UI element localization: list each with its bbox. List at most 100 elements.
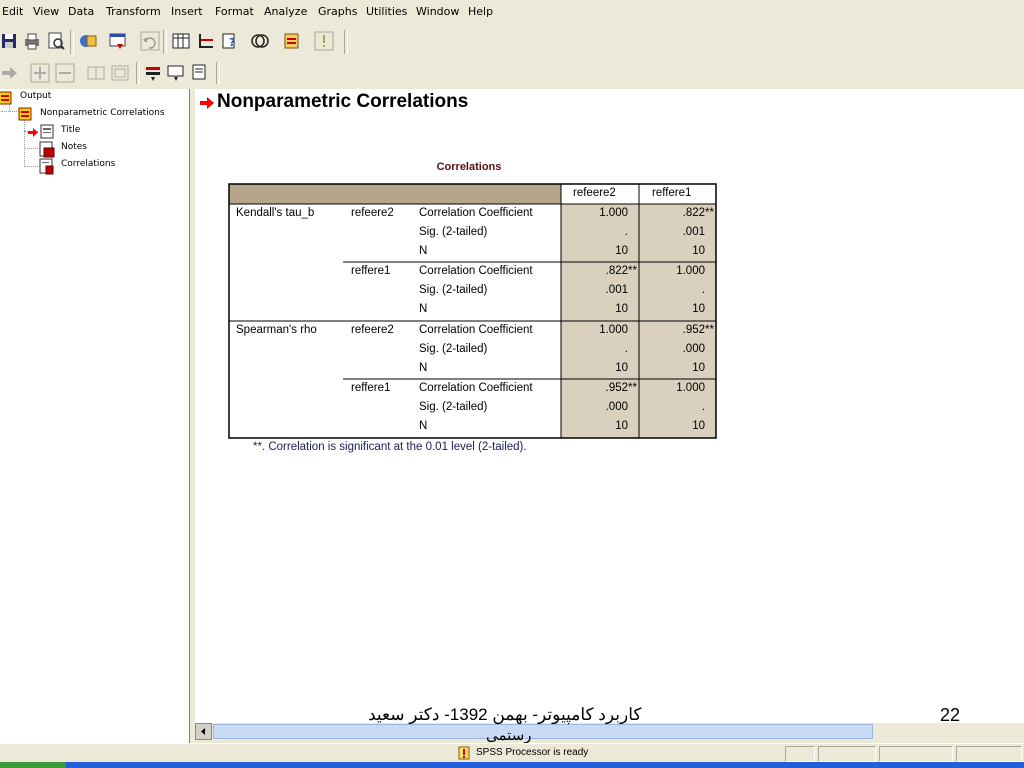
tree-item-notes[interactable]: Notes bbox=[61, 142, 87, 152]
value-cell: .000 bbox=[605, 401, 628, 413]
stat-label: Correlation Coefficient bbox=[419, 382, 533, 394]
menu-format[interactable]: Format bbox=[215, 5, 254, 18]
value-cell: .001 bbox=[605, 284, 628, 296]
insert-title-icon[interactable] bbox=[166, 63, 186, 83]
menu-insert[interactable]: Insert bbox=[171, 5, 203, 18]
processor-status-icon bbox=[458, 746, 470, 763]
use-sets-icon[interactable] bbox=[250, 31, 270, 51]
processor-status-text: SPSS Processor is ready bbox=[476, 747, 589, 758]
show-icon[interactable] bbox=[86, 63, 106, 83]
value-cell: 10 bbox=[615, 420, 628, 432]
output-book-icon[interactable] bbox=[0, 91, 12, 108]
value-cell: 10 bbox=[615, 362, 628, 374]
collapse-icon[interactable] bbox=[55, 63, 75, 83]
stat-label: N bbox=[419, 245, 428, 257]
value-cell: 1.000 bbox=[599, 207, 628, 219]
tree-item-correlations[interactable]: Correlations bbox=[61, 159, 115, 169]
menu-help[interactable]: Help bbox=[468, 5, 493, 18]
stat-label: N bbox=[419, 362, 428, 374]
slide-page-number: 22 bbox=[940, 705, 961, 725]
save-icon[interactable] bbox=[0, 31, 20, 51]
tree-item-nonparametric-correlations[interactable]: Nonparametric Correlations bbox=[40, 108, 165, 118]
horizontal-scrollbar[interactable] bbox=[195, 723, 885, 740]
value-cell: 10 bbox=[615, 245, 628, 257]
column-header-reffere1: reffere1 bbox=[652, 187, 692, 199]
toolbar-separator bbox=[70, 30, 74, 54]
scroll-left-button[interactable] bbox=[195, 723, 212, 740]
insert-heading-icon[interactable] bbox=[143, 63, 163, 83]
value-cell: 10 bbox=[692, 362, 705, 374]
goto-case-icon[interactable] bbox=[196, 31, 216, 51]
menu-view[interactable]: View bbox=[33, 5, 59, 18]
menu-edit[interactable]: Edit bbox=[2, 5, 23, 18]
menu-graphs[interactable]: Graphs bbox=[318, 5, 357, 18]
insert-text-icon[interactable] bbox=[190, 63, 210, 83]
tree-item-title[interactable]: Title bbox=[61, 125, 80, 135]
export-icon[interactable] bbox=[78, 31, 98, 51]
tree-item-output[interactable]: Output bbox=[20, 91, 51, 101]
menu-utilities[interactable]: Utilities bbox=[366, 5, 407, 18]
run-icon[interactable] bbox=[314, 31, 334, 51]
toolbar-separator bbox=[344, 30, 348, 54]
menu-transform[interactable]: Transform bbox=[106, 5, 161, 18]
stat-label: N bbox=[419, 420, 428, 432]
value-cell: . bbox=[624, 226, 628, 238]
status-bar: SPSS Processor is ready bbox=[0, 743, 1024, 763]
slide-caption-line2: رستمی bbox=[486, 727, 532, 744]
method-label: Kendall's tau_b bbox=[236, 207, 315, 219]
value-cell: 10 bbox=[615, 303, 628, 315]
goto-data-icon[interactable] bbox=[171, 31, 191, 51]
current-item-arrow-icon bbox=[28, 127, 38, 140]
print-preview-icon[interactable] bbox=[46, 31, 66, 51]
stat-label: Correlation Coefficient bbox=[419, 265, 533, 277]
value-cell: .952** bbox=[605, 382, 637, 394]
value-cell: 1.000 bbox=[599, 324, 628, 336]
status-panel bbox=[818, 746, 876, 762]
value-cell: . bbox=[701, 284, 705, 296]
value-cell: .000 bbox=[682, 343, 705, 355]
status-panel bbox=[879, 746, 953, 762]
variables-icon[interactable]: ? bbox=[220, 31, 240, 51]
print-icon[interactable] bbox=[22, 31, 42, 51]
value-cell: 10 bbox=[692, 245, 705, 257]
expand-icon[interactable] bbox=[30, 63, 50, 83]
stat-label: N bbox=[419, 303, 428, 315]
stat-label: Correlation Coefficient bbox=[419, 324, 533, 336]
designate-window-icon[interactable] bbox=[282, 31, 302, 51]
stat-label: Sig. (2-tailed) bbox=[419, 226, 488, 238]
tree-connector bbox=[24, 166, 38, 167]
menu-data[interactable]: Data bbox=[68, 5, 94, 18]
value-cell: .822** bbox=[605, 265, 637, 277]
toolbar-main: ? bbox=[0, 26, 1024, 60]
menu-analyze[interactable]: Analyze bbox=[264, 5, 307, 18]
start-button[interactable] bbox=[0, 762, 66, 768]
correlations-page-icon[interactable] bbox=[38, 157, 56, 178]
promote-arrow-icon[interactable] bbox=[0, 63, 20, 83]
value-cell: . bbox=[624, 343, 628, 355]
value-cell: 10 bbox=[692, 303, 705, 315]
value-cell: .952** bbox=[682, 324, 714, 336]
status-panel bbox=[785, 746, 815, 762]
hide-icon[interactable] bbox=[110, 63, 130, 83]
toolbar-separator bbox=[216, 62, 220, 84]
method-label: Spearman's rho bbox=[236, 324, 317, 336]
column-header-refeere2: refeere2 bbox=[573, 187, 616, 199]
variable-label: reffere1 bbox=[351, 265, 391, 277]
output-content-pane[interactable]: Nonparametric Correlations Correlations … bbox=[195, 89, 1024, 723]
tree-connector bbox=[1, 111, 19, 112]
pane-splitter[interactable] bbox=[190, 89, 194, 743]
stat-label: Sig. (2-tailed) bbox=[419, 401, 488, 413]
value-cell: .822** bbox=[682, 207, 714, 219]
outline-pane[interactable]: Output Nonparametric Correlations Title … bbox=[0, 89, 190, 743]
dialog-recall-icon[interactable] bbox=[108, 31, 128, 51]
scroll-thumb[interactable] bbox=[213, 724, 873, 739]
menu-window[interactable]: Window bbox=[416, 5, 459, 18]
variable-label: reffere1 bbox=[351, 382, 391, 394]
table-footnote: **. Correlation is significant at the 0.… bbox=[253, 441, 527, 453]
value-cell: .001 bbox=[682, 226, 705, 238]
tree-connector bbox=[24, 119, 25, 167]
section-book-icon[interactable] bbox=[18, 107, 32, 124]
undo-icon[interactable] bbox=[140, 31, 160, 51]
variable-label: refeere2 bbox=[351, 207, 394, 219]
tree-connector bbox=[24, 148, 38, 149]
